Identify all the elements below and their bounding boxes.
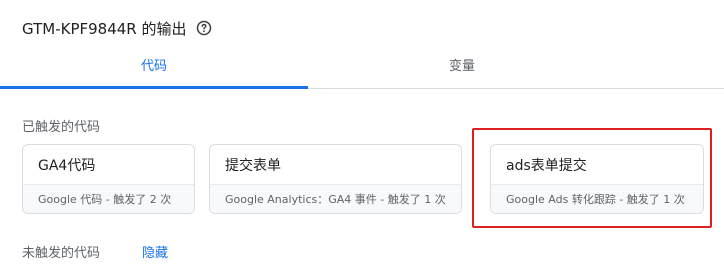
tag-card-footer: Google 代码 - 触发了 2 次: [23, 184, 194, 213]
tag-card-name: GA4代码: [38, 158, 96, 174]
not-fired-tags-heading: 未触发的代码: [22, 246, 101, 261]
active-tab-indicator: [0, 86, 308, 89]
tag-card-ga4[interactable]: GA4代码 Google 代码 - 触发了 2 次: [22, 144, 195, 214]
tab-code[interactable]: 代码: [0, 48, 308, 88]
tag-card-meta: Google 代码 - 触发了 2 次: [38, 193, 172, 206]
tab-variables[interactable]: 变量: [308, 48, 616, 88]
tag-card-footer: Google Ads 转化跟踪 - 触发了 1 次: [491, 184, 703, 213]
hide-not-fired-link[interactable]: 隐藏: [142, 242, 168, 261]
tag-card-name: 提交表单: [225, 158, 281, 174]
fired-tags-heading: 已触发的代码: [22, 120, 101, 135]
page-header: GTM-KPF9844R 的输出: [22, 15, 212, 41]
output-tabs: 代码 变量: [0, 48, 724, 89]
tag-card-meta: Google Ads 转化跟踪 - 触发了 1 次: [506, 193, 685, 206]
tag-card-name: ads表单提交: [506, 158, 587, 174]
help-circle-icon[interactable]: [196, 20, 212, 36]
tag-card-meta: Google Analytics：GA4 事件 - 触发了 1 次: [225, 193, 446, 206]
tag-card-ads-form-submit[interactable]: ads表单提交 Google Ads 转化跟踪 - 触发了 1 次: [490, 144, 704, 214]
page-title: GTM-KPF9844R 的输出: [22, 19, 187, 38]
tag-card-submit-form[interactable]: 提交表单 Google Analytics：GA4 事件 - 触发了 1 次: [209, 144, 462, 214]
tag-card-footer: Google Analytics：GA4 事件 - 触发了 1 次: [210, 184, 461, 213]
